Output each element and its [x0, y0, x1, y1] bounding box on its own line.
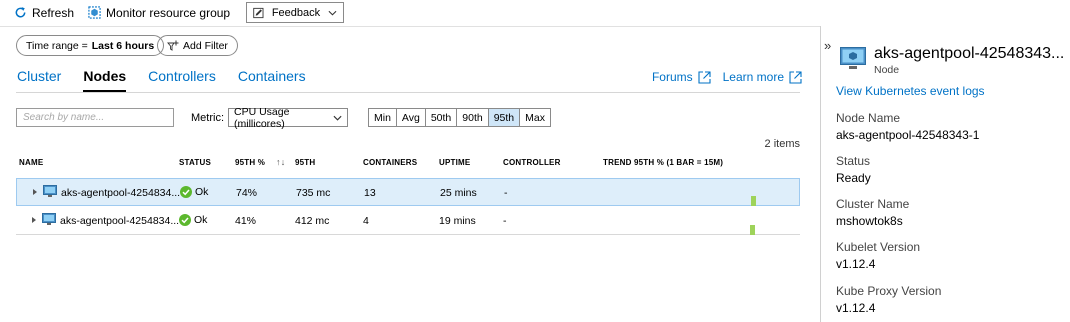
table-header: NAME STATUS 95TH % ↑↓ 95TH CONTAINERS UP… — [16, 157, 800, 172]
metric-label: Metric: — [191, 112, 224, 124]
trend-bar — [750, 225, 755, 235]
chevron-down-icon — [328, 10, 337, 16]
column-controller[interactable]: CONTROLLER — [503, 158, 561, 167]
cluster-name-label: Cluster Name — [836, 197, 910, 211]
check-circle-icon — [179, 214, 191, 226]
search-input[interactable] — [16, 108, 174, 127]
column-trend: TREND 95TH % (1 BAR = 15M) — [603, 158, 724, 167]
node-icon — [42, 213, 56, 229]
table-row[interactable]: aks-agentpool-4254834... Ok 41% 412 mc 4… — [16, 207, 800, 235]
controller-value: - — [503, 215, 507, 227]
metric-dropdown[interactable]: CPU Usage (millicores) — [228, 105, 348, 130]
pct95-value: 41% — [235, 215, 257, 227]
tab-nodes[interactable]: Nodes — [83, 68, 127, 92]
node-name-label: Node Name — [836, 111, 901, 125]
refresh-icon — [15, 7, 26, 18]
percentile-95th[interactable]: 95th — [488, 109, 521, 126]
check-circle-icon — [180, 186, 192, 198]
external-link-icon — [789, 70, 802, 84]
kubelet-version-value: v1.12.4 — [836, 257, 876, 271]
trend-bar — [751, 196, 756, 206]
learn-more-label: Learn more — [722, 70, 784, 84]
node-name[interactable]: aks-agentpool-4254834... — [60, 215, 179, 227]
header-links: Forums Learn more — [652, 70, 802, 84]
monitor-label: Monitor resource group — [106, 5, 231, 20]
sort-icon[interactable]: ↑↓ — [276, 157, 285, 167]
column-containers[interactable]: CONTAINERS — [363, 158, 417, 167]
column-95th[interactable]: 95TH — [295, 158, 315, 167]
expand-caret-icon[interactable] — [32, 217, 36, 223]
percentile-min[interactable]: Min — [369, 109, 397, 126]
percentile-90th[interactable]: 90th — [457, 109, 489, 126]
kubelet-version-label: Kubelet Version — [836, 240, 921, 254]
refresh-button[interactable]: Refresh — [14, 6, 74, 20]
tab-controllers[interactable]: Controllers — [148, 68, 216, 92]
pct95-value: 74% — [236, 187, 258, 199]
node-name-value: aks-agentpool-42548343-1 — [836, 128, 980, 142]
containers-value: 13 — [364, 187, 376, 199]
items-count: 2 items — [764, 138, 800, 150]
toolbar-divider — [0, 26, 821, 27]
table-row[interactable]: aks-agentpool-4254834... Ok 74% 735 mc 1… — [16, 178, 800, 206]
p95-value: 735 mc — [296, 187, 331, 199]
uptime-value: 25 mins — [440, 187, 477, 199]
feedback-label: Feedback — [271, 6, 321, 19]
external-link-icon — [698, 70, 711, 84]
column-95th-percent[interactable]: 95TH % — [235, 158, 265, 167]
uptime-value: 19 mins — [439, 215, 476, 227]
tab-containers[interactable]: Containers — [238, 68, 306, 92]
feedback-dropdown[interactable]: Feedback — [246, 2, 345, 23]
tab-divider — [16, 92, 800, 93]
percentile-toggle: Min Avg 50th 90th 95th Max — [368, 108, 551, 127]
column-status[interactable]: STATUS — [179, 158, 211, 167]
add-filter-pill[interactable]: Add Filter — [157, 35, 238, 56]
node-icon — [43, 185, 57, 201]
percentile-max[interactable]: Max — [520, 109, 550, 126]
feedback-icon — [253, 7, 264, 18]
forums-label: Forums — [651, 70, 693, 84]
chevron-down-icon — [333, 115, 342, 121]
time-range-pill[interactable]: Time range = Last 6 hours — [16, 35, 165, 56]
add-filter-icon — [167, 40, 179, 51]
panel-subtitle: Node — [874, 64, 900, 76]
monitor-resource-group-button[interactable]: Monitor resource group — [88, 6, 230, 20]
kube-proxy-version-label: Kube Proxy Version — [836, 284, 942, 298]
add-filter-label: Add Filter — [183, 39, 228, 52]
metric-selected-value: CPU Usage (millicores) — [234, 105, 290, 130]
collapse-panel-button[interactable]: » — [824, 38, 831, 53]
cluster-name-value: mshowtok8s — [836, 214, 903, 228]
status-text: Ok — [195, 186, 209, 198]
containers-value: 4 — [363, 215, 369, 227]
node-icon — [840, 47, 866, 74]
node-name[interactable]: aks-agentpool-4254834... — [61, 187, 180, 199]
panel-title: aks-agentpool-42548343... — [874, 45, 1065, 62]
learn-more-link[interactable]: Learn more — [723, 70, 802, 84]
controller-value: - — [504, 187, 508, 199]
time-range-prefix: Time range = — [26, 39, 88, 52]
percentile-avg[interactable]: Avg — [397, 109, 426, 126]
status-text: Ok — [194, 214, 208, 226]
monitor-icon — [88, 6, 101, 19]
percentile-50th[interactable]: 50th — [426, 109, 458, 126]
panel-divider — [820, 26, 821, 322]
p95-value: 412 mc — [295, 215, 330, 227]
toolbar: Refresh Monitor resource group Feedback — [0, 0, 820, 25]
refresh-label: Refresh — [32, 5, 75, 20]
status-badge: Ok — [180, 186, 208, 198]
view-event-logs-link[interactable]: View Kubernetes event logs — [836, 84, 985, 98]
tab-cluster[interactable]: Cluster — [17, 68, 61, 92]
expand-caret-icon[interactable] — [33, 189, 37, 195]
time-range-value: Last 6 hours — [91, 39, 155, 52]
status-badge: Ok — [179, 214, 207, 226]
column-name[interactable]: NAME — [19, 158, 43, 167]
kube-proxy-version-value: v1.12.4 — [836, 301, 876, 315]
forums-link[interactable]: Forums — [652, 70, 711, 84]
tab-bar: Cluster Nodes Controllers Containers — [17, 68, 328, 92]
status-value: Ready — [836, 171, 871, 185]
status-label: Status — [836, 154, 871, 168]
column-uptime[interactable]: UPTIME — [439, 158, 470, 167]
